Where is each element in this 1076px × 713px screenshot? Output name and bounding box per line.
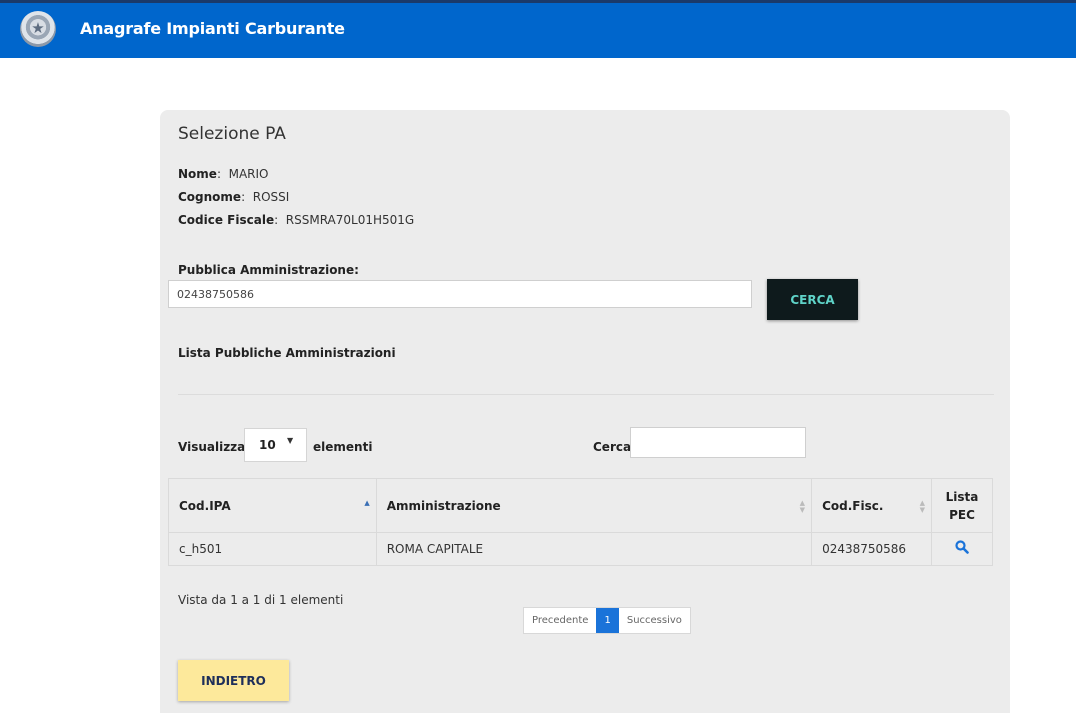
table-row: c_h501 ROMA CAPITALE 02438750586 — [168, 532, 993, 566]
nome-row: Nome: MARIO — [178, 167, 269, 181]
selection-panel: Selezione PA Nome: MARIO Cognome: ROSSI … — [160, 110, 1010, 713]
pa-table: Cod.IPA ▲ Amministrazione ▲ ▼ Cod.Fisc. ▲… — [168, 478, 993, 566]
pa-label: Pubblica Amministrazione: — [178, 263, 359, 277]
page-size-value: 10 — [259, 438, 276, 452]
header-cod-fisc[interactable]: Cod.Fisc. ▲ ▼ — [811, 478, 933, 533]
sort-asc-icon: ▲ — [364, 499, 370, 507]
lista-title: Lista Pubbliche Amministrazioni — [178, 346, 396, 360]
codice-fiscale-value: RSSMRA70L01H501G — [285, 213, 415, 227]
page-1-button[interactable]: 1 — [596, 608, 619, 633]
back-button[interactable]: INDIETRO — [178, 660, 289, 701]
codice-fiscale-row: Codice Fiscale: RSSMRA70L01H501G — [178, 213, 415, 227]
header-cod-ipa[interactable]: Cod.IPA ▲ — [168, 478, 377, 533]
app-title: Anagrafe Impianti Carburante — [80, 19, 345, 38]
elementi-label: elementi — [313, 440, 373, 454]
search-input[interactable] — [630, 427, 806, 458]
emblem-icon: ★ — [20, 11, 56, 47]
pagination: Precedente 1 Successivo — [523, 607, 691, 634]
dropdown-arrow-icon: ▼ — [287, 436, 294, 445]
divider — [178, 394, 994, 395]
page-size-select[interactable]: 10 ▼ — [244, 428, 307, 462]
cell-amministrazione: ROMA CAPITALE — [375, 532, 813, 566]
nome-label: Nome — [178, 167, 217, 181]
header-amministrazione[interactable]: Amministrazione ▲ ▼ — [375, 478, 813, 533]
sort-icon: ▲ ▼ — [799, 499, 806, 514]
header-lista-pec: Lista PEC — [931, 478, 993, 533]
cognome-label: Cognome — [178, 190, 242, 204]
codice-fiscale-label: Codice Fiscale — [178, 213, 275, 227]
panel-title: Selezione PA — [178, 124, 286, 144]
cell-cod-fisc: 02438750586 — [811, 532, 933, 566]
nome-value: MARIO — [228, 167, 269, 181]
prev-button[interactable]: Precedente — [524, 608, 596, 633]
pa-input[interactable] — [168, 280, 752, 308]
cerca-button[interactable]: CERCA — [767, 279, 858, 320]
cell-lista-pec — [931, 532, 993, 566]
table-info: Vista da 1 a 1 di 1 elementi — [178, 593, 344, 607]
next-button[interactable]: Successivo — [619, 608, 690, 633]
cognome-value: ROSSI — [252, 190, 290, 204]
visualizza-label: Visualizza — [178, 440, 246, 454]
cognome-row: Cognome: ROSSI — [178, 190, 290, 204]
top-bar: ★ Anagrafe Impianti Carburante — [0, 0, 1076, 58]
table-header-row: Cod.IPA ▲ Amministrazione ▲ ▼ Cod.Fisc. ▲… — [168, 478, 993, 533]
sort-icon: ▲ ▼ — [919, 499, 926, 514]
cell-cod-ipa: c_h501 — [168, 532, 377, 566]
search-icon[interactable] — [955, 540, 969, 558]
